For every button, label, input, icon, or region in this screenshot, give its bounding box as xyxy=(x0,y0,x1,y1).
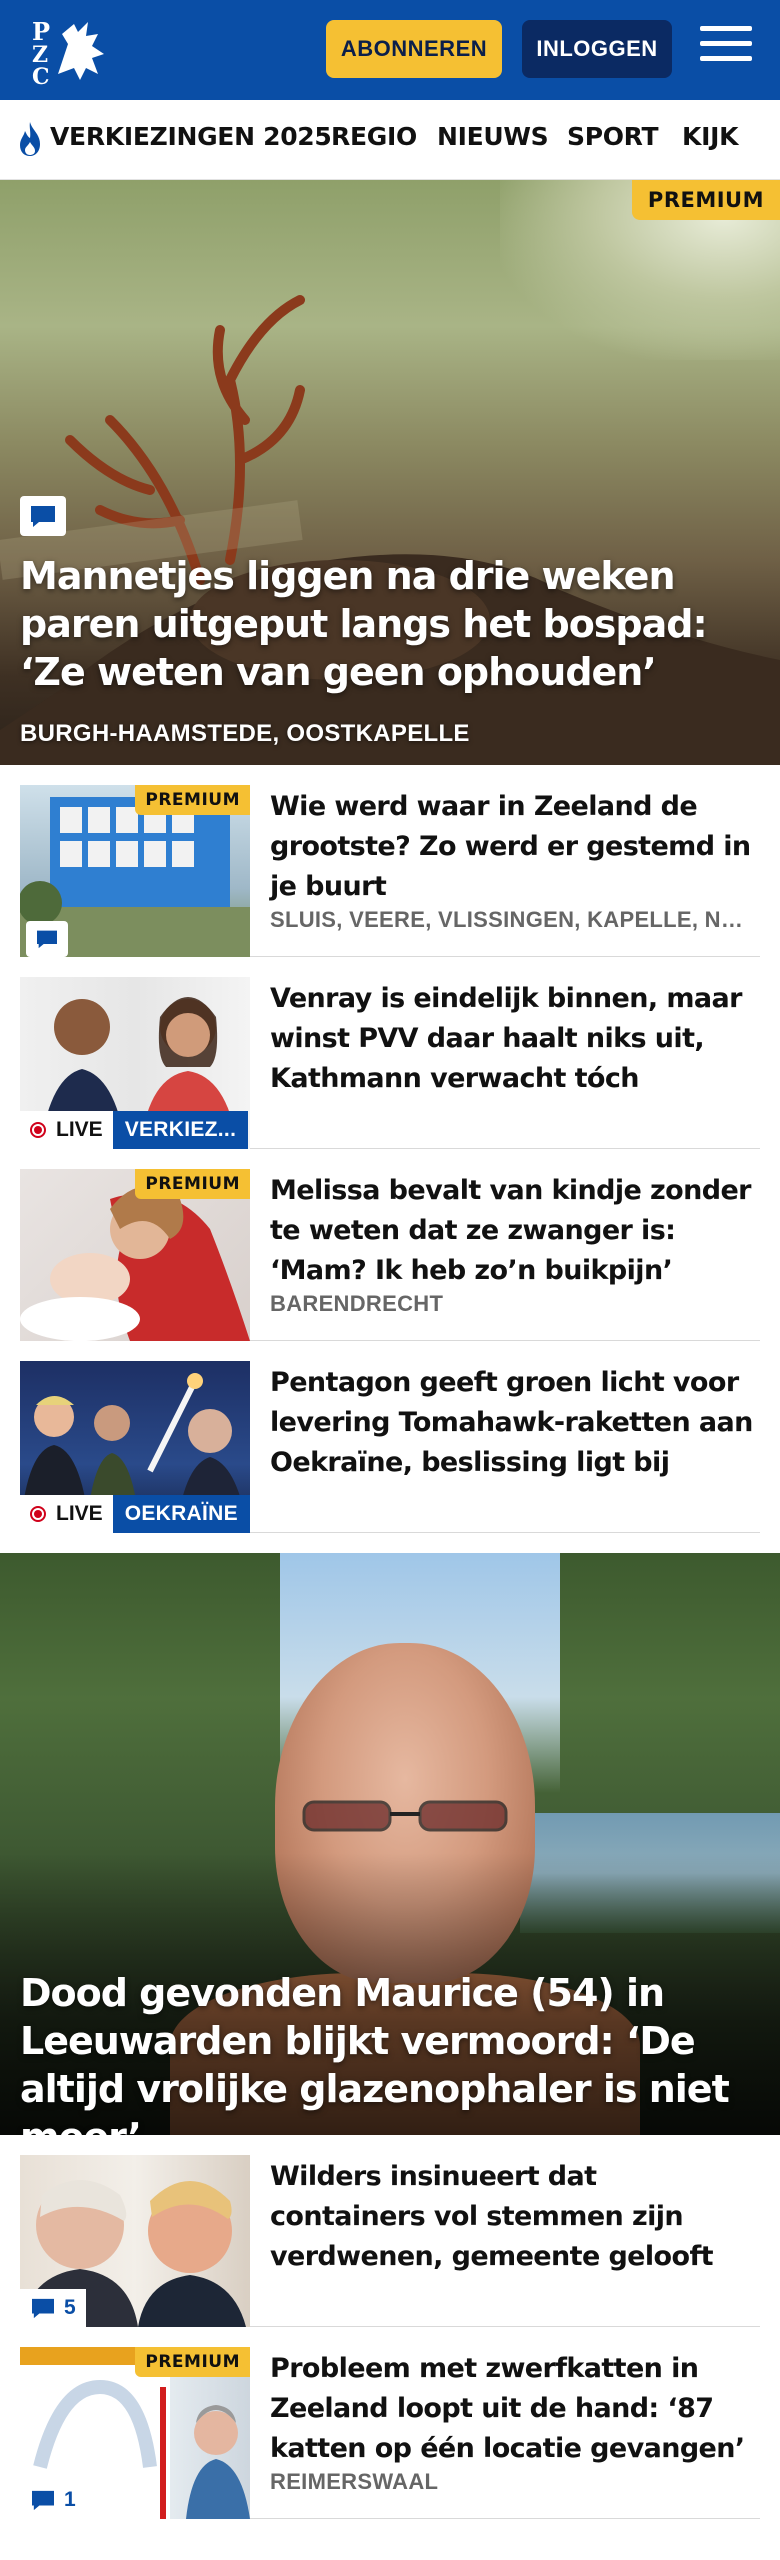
svg-text:C: C xyxy=(32,64,50,86)
list-item[interactable]: LIVE VERKIEZ... Venray is eindelijk binn… xyxy=(20,957,760,1149)
nav-item-regio[interactable]: REGIO xyxy=(331,122,417,151)
hero-location: BURGH-HAAMSTEDE, OOSTKAPELLE xyxy=(20,720,470,747)
article-title[interactable]: Venray is eindelijk binnen, maar winst P… xyxy=(270,979,760,1099)
premium-badge: PREMIUM xyxy=(135,2347,250,2377)
article-location: BARENDRECHT xyxy=(270,1291,444,1316)
category-badge: OEKRAÏNE xyxy=(112,1495,250,1533)
nav-item-kijk[interactable]: KIJK xyxy=(682,122,738,151)
premium-badge: PREMIUM xyxy=(135,1169,250,1199)
article-location: SLUIS, VEERE, VLISSINGEN, KAPELLE, NOORD… xyxy=(270,907,760,932)
category-badge: VERKIEZ... xyxy=(112,1111,249,1149)
glasses-shape xyxy=(302,1800,508,1832)
hero-title[interactable]: Mannetjes liggen na drie weken paren uit… xyxy=(20,552,760,696)
nav-item-verkiezingen[interactable]: VERKIEZINGEN 2025 xyxy=(50,122,332,151)
article-title[interactable]: Probleem met zwerfkatten in Zeeland loop… xyxy=(270,2349,760,2469)
list-item[interactable]: PREMIUM Melissa bevalt van kindje zonder… xyxy=(20,1149,760,1341)
article-thumbnail: LIVE VERKIEZ... xyxy=(20,977,250,1149)
article-title[interactable]: Wie werd waar in Zeeland de grootste? Zo… xyxy=(270,787,760,907)
live-dot-icon xyxy=(30,1506,46,1522)
comment-icon xyxy=(20,496,66,536)
list-item[interactable]: PREMIUM Wie werd waar in Zeeland de groo… xyxy=(20,765,760,957)
live-dot-icon xyxy=(30,1122,46,1138)
hamburger-menu-icon[interactable] xyxy=(700,26,752,72)
comment-icon xyxy=(26,921,68,957)
site-header: P Z C ABONNEREN INLOGGEN xyxy=(0,0,780,100)
hero-article-1[interactable]: PREMIUM Mannetjes liggen na drie weken p… xyxy=(0,180,780,765)
premium-badge: PREMIUM xyxy=(631,180,780,220)
article-title[interactable]: Melissa bevalt van kindje zonder te wete… xyxy=(270,1171,760,1291)
nav-item-nieuws[interactable]: NIEUWS xyxy=(437,122,549,151)
login-button[interactable]: INLOGGEN xyxy=(522,20,672,78)
flame-icon xyxy=(20,122,40,156)
nav-item-sport[interactable]: SPORT xyxy=(567,122,659,151)
subscribe-button[interactable]: ABONNEREN xyxy=(326,20,502,78)
article-thumbnail: PREMIUM xyxy=(20,785,250,957)
pzc-logo[interactable]: P Z C xyxy=(28,14,110,86)
comment-icon xyxy=(32,2490,54,2511)
list-item[interactable]: LIVE OEKRAÏNE Pentagon geeft groen licht… xyxy=(20,1341,760,1533)
hero-article-2[interactable]: Dood gevonden Maurice (54) in Leeuwarden… xyxy=(0,1553,780,2135)
article-thumbnail: PREMIUM xyxy=(20,1169,250,1341)
list-item[interactable]: PREMIUM 1 Probleem met zwerfkatten in Ze… xyxy=(20,2327,760,2519)
article-thumbnail: LIVE OEKRAÏNE xyxy=(20,1361,250,1533)
article-title[interactable]: Wilders insinueert dat containers vol st… xyxy=(270,2157,760,2277)
article-title[interactable]: Pentagon geeft groen licht voor levering… xyxy=(270,1363,760,1483)
premium-badge: PREMIUM xyxy=(135,785,250,815)
list-item[interactable]: 5 Wilders insinueert dat containers vol … xyxy=(20,2135,760,2327)
article-location: REIMERSWAAL xyxy=(270,2469,439,2494)
article-thumbnail: 5 xyxy=(20,2155,250,2327)
comment-count-badge: 5 xyxy=(20,2289,86,2327)
hero-title[interactable]: Dood gevonden Maurice (54) in Leeuwarden… xyxy=(20,1969,760,2135)
comment-icon xyxy=(32,2298,54,2319)
main-nav: VERKIEZINGEN 2025 REGIO NIEUWS SPORT KIJ… xyxy=(0,100,780,180)
article-thumbnail: PREMIUM 1 xyxy=(20,2347,250,2519)
comment-count-badge: 1 xyxy=(20,2481,86,2519)
live-badge: LIVE xyxy=(20,1111,113,1149)
live-badge: LIVE xyxy=(20,1495,113,1533)
